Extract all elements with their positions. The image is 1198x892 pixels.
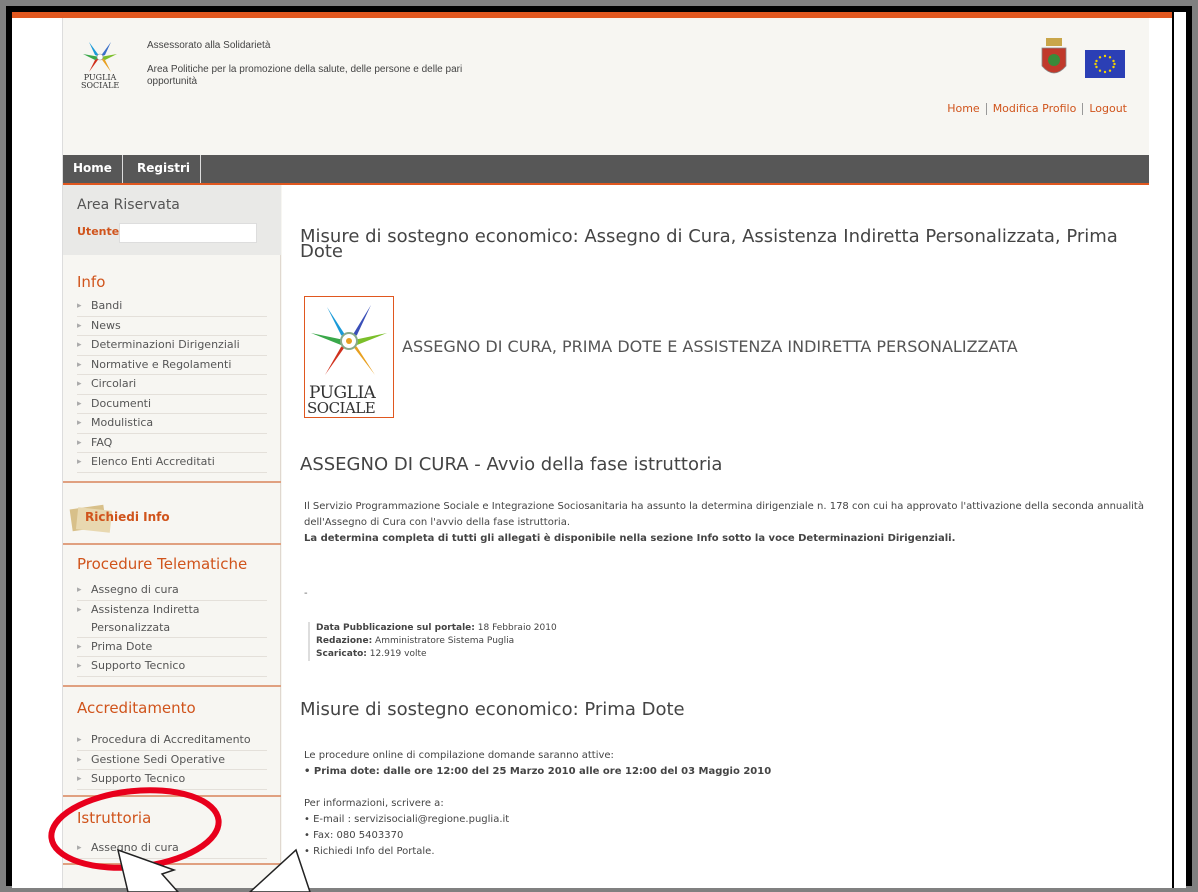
home-link[interactable]: Home [947,102,979,115]
utente-field [119,223,257,243]
redazione: Amministratore Sistema Puglia [375,636,515,646]
divider [63,685,281,687]
area-riservata-title: Area Riservata [77,197,180,213]
procedure-list: Assegno di cura Assistenza Indiretta Per… [77,581,267,677]
prima-dote-dates: Prima dote: dalle ore 12:00 del 25 Marzo… [304,764,1144,780]
procedure-text: Le procedure online di compilazione doma… [304,750,614,761]
download-count: 12.919 volte [369,649,427,659]
sidebar-item-circolari[interactable]: Circolari [77,375,267,395]
puglia-sociale-big-logo: PUGLIA SOCIALE [304,296,394,418]
nav-home[interactable]: Home [63,155,123,183]
contact-list: E-mail : servizisociali@regione.puglia.i… [304,812,509,860]
sidebar-item-gestione-sedi[interactable]: Gestione Sedi Operative [77,751,267,770]
main-content: Misure di sostegno economico: Assegno di… [282,185,1149,888]
logout-link[interactable]: Logout [1089,102,1127,115]
page-title: Misure di sostegno economico: Assegno di… [300,226,1118,262]
richiedi-info-button[interactable]: Richiedi Info [69,497,269,537]
sidebar-item-assistenza-indiretta[interactable]: Assistenza Indiretta Personalizzata [77,601,267,638]
sidebar-item-enti-accreditati[interactable]: Elenco Enti Accreditati [77,453,267,473]
sidebar-item-bandi[interactable]: Bandi [77,297,267,317]
sidebar-item-modulistica[interactable]: Modulistica [77,414,267,434]
utente-label: Utente: [77,225,124,238]
procedure-telematiche-title: Procedure Telematiche [77,555,248,573]
regione-puglia-emblem-icon [1041,38,1067,74]
sidebar-item-news[interactable]: News [77,317,267,336]
sidebar-item-assegno-cura[interactable]: Assegno di cura [77,581,267,601]
logo-caption: PUGLIA SOCIALE [81,73,120,90]
sidebar-item-prima-dote[interactable]: Prima Dote [77,638,267,657]
contact-richiedi-info[interactable]: Richiedi Info del Portale. [304,844,509,860]
assessorato-label: Assessorato alla Solidarietà [147,40,271,51]
pub-date: 18 Febbraio 2010 [477,623,557,633]
eu-flag-icon [1085,50,1125,78]
divider [63,481,281,483]
browser-page: PUGLIA SOCIALE Assessorato alla Solidarie… [12,12,1186,888]
info-text: Per informazioni, scrivere a: [304,798,444,809]
puglia-sociale-logo[interactable]: PUGLIA SOCIALE [81,40,120,90]
sidebar-item-supporto-tecnico[interactable]: Supporto Tecnico [77,657,267,677]
pinwheel-icon [311,305,387,375]
right-border [1172,12,1186,888]
sidebar-item-documenti[interactable]: Documenti [77,395,267,414]
contact-fax: Fax: 080 5403370 [304,828,509,844]
logo-text-sociale: SOCIALE [307,399,376,417]
accreditamento-list: Procedura di Accreditamento Gestione Sed… [77,731,267,790]
info-list: Bandi News Determinazioni Dirigenziali N… [77,297,267,473]
prima-dote-heading: Misure di sostegno economico: Prima Dote [300,699,685,720]
assegno-bold-text: La determina completa di tutti gli alleg… [304,533,956,544]
richiedi-info-label: Richiedi Info [85,510,170,524]
separator-dash: - [304,588,308,599]
modifica-profilo-link[interactable]: Modifica Profilo [993,102,1077,115]
assegno-heading: ASSEGNO DI CURA - Avvio della fase istru… [300,454,723,475]
accreditamento-title: Accreditamento [77,699,196,717]
area-label: Area Politiche per la promozione della s… [147,64,463,87]
sidebar: Area Riservata Utente: Info Bandi News D… [63,185,281,888]
divider [63,543,281,545]
area-riservata-box: Area Riservata Utente: [63,185,281,255]
pointer-arrow-icon [116,848,311,892]
nav-registri[interactable]: Registri [127,155,201,183]
pinwheel-icon [83,42,117,72]
site-header: PUGLIA SOCIALE Assessorato alla Solidarie… [63,18,1149,155]
main-nav: Home Registri [63,155,1149,183]
sidebar-item-faq[interactable]: FAQ [77,434,267,453]
site-container: PUGLIA SOCIALE Assessorato alla Solidarie… [62,18,1149,888]
top-links: Home Modifica Profilo Logout [947,102,1127,115]
sidebar-item-determinazioni[interactable]: Determinazioni Dirigenziali [77,336,267,356]
assegno-text: Il Servizio Programmazione Sociale e Int… [304,501,1144,528]
sidebar-item-procedura-accreditamento[interactable]: Procedura di Accreditamento [77,731,267,751]
info-title: Info [77,273,106,291]
contact-email[interactable]: E-mail : servizisociali@regione.puglia.i… [304,812,509,828]
publication-meta: Data Pubblicazione sul portale: 18 Febbr… [308,622,628,661]
assegno-banner-title: ASSEGNO DI CURA, PRIMA DOTE E ASSISTENZA… [402,337,1018,356]
sidebar-item-normative[interactable]: Normative e Regolamenti [77,356,267,375]
